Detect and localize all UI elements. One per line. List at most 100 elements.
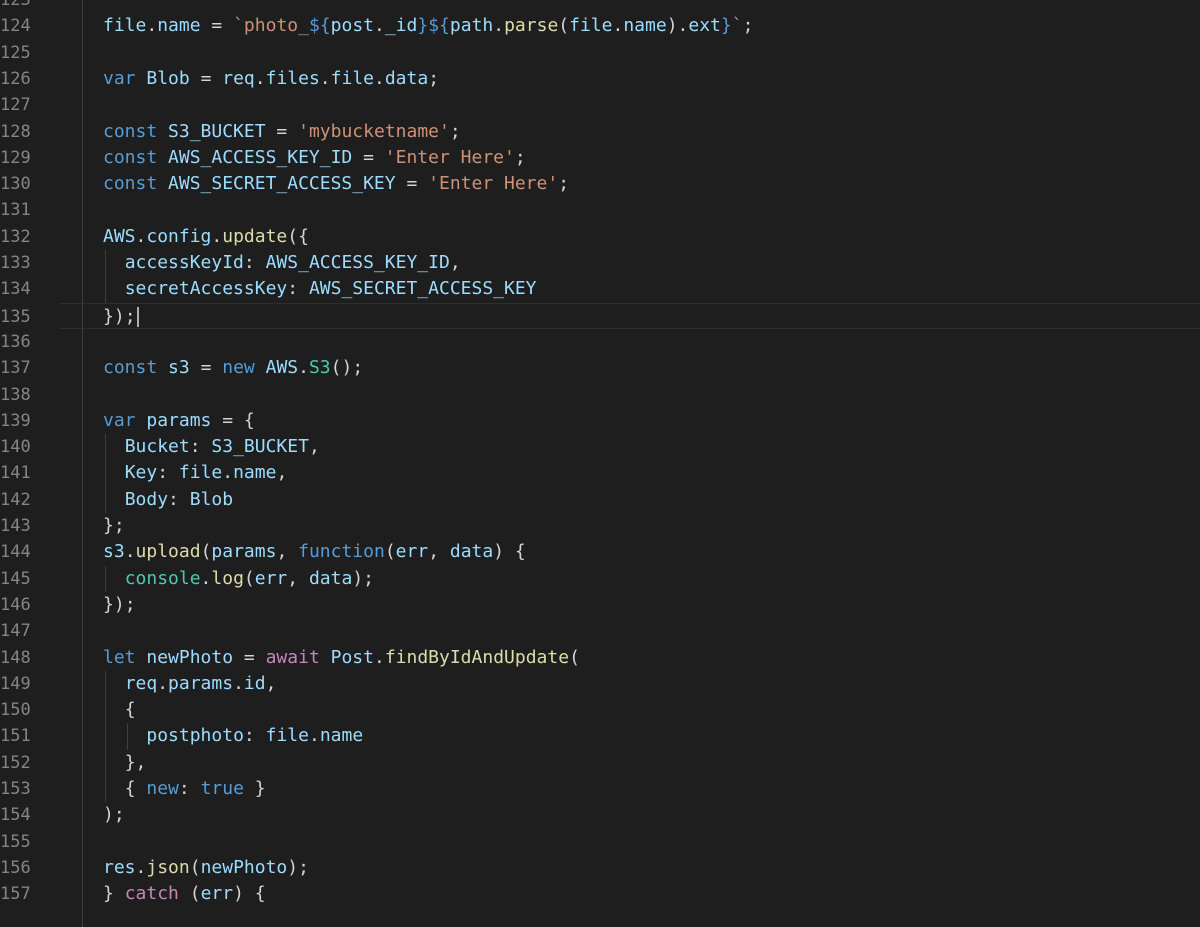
line-number: 137 [0, 358, 31, 379]
indent-guide [105, 670, 106, 698]
code-line[interactable]: 139 var params = { [0, 408, 1200, 434]
indent-guide [126, 723, 128, 750]
indent-guide [105, 434, 106, 461]
code-line[interactable]: 143}; [0, 513, 1200, 539]
code-text: }; [103, 515, 125, 536]
text-cursor [136, 306, 139, 327]
line-number: 140 [0, 437, 31, 458]
code-text: AWS.config.update({ [103, 225, 309, 247]
code-line[interactable]: 127 [0, 92, 1200, 118]
code-line[interactable]: 133 accessKeyId: AWS_ACCESS_KEY_ID, [0, 250, 1200, 277]
indent-guide [105, 749, 106, 776]
code-line[interactable]: 132 AWS.config.update({ [0, 224, 1200, 250]
indent-guide [105, 460, 106, 487]
code-line[interactable]: 142 Body: Blob [0, 486, 1200, 513]
line-number: 141 [0, 463, 31, 484]
code-line[interactable]: 151 postphoto: file.name [0, 723, 1200, 750]
code-editor[interactable]: 123 124 file.name = `photo_${post._id}${pa… [0, 0, 1200, 927]
code-text: ); [103, 804, 125, 826]
code-line[interactable]: 154); [0, 802, 1200, 828]
line-number: 147 [0, 621, 31, 642]
line-number: 156 [0, 857, 31, 878]
line-number: 151 [0, 726, 31, 747]
code-text: } catch (err) { [103, 883, 266, 905]
code-text: var params = { [103, 409, 255, 431]
line-number: 124 [0, 16, 31, 37]
code-line[interactable]: 150 { [0, 697, 1200, 724]
line-number: 143 [0, 516, 31, 536]
line-number: 126 [0, 68, 31, 89]
code-text: const s3 = new AWS.S3(); [103, 357, 364, 379]
code-line[interactable]: 147 [0, 618, 1200, 644]
code-text: }); [103, 593, 136, 615]
indent-guide [105, 486, 106, 513]
indent-guide [105, 723, 106, 750]
line-number: 135 [0, 306, 31, 327]
code-line[interactable]: 148 let newPhoto = await Post.findByIdAnd… [0, 645, 1200, 671]
line-number: 132 [0, 226, 31, 247]
indent-guide [105, 565, 106, 592]
line-number: 123 [0, 0, 31, 10]
line-number: 145 [0, 568, 31, 589]
line-number: 153 [0, 779, 31, 799]
code-line[interactable]: 144 s3.upload(params, function(err, data)… [0, 539, 1200, 565]
code-text: let newPhoto = await Post.findByIdAndUpd… [103, 646, 580, 668]
code-line[interactable]: 126 var Blob = req.files.file.data; [0, 66, 1200, 92]
code-line[interactable]: 124 file.name = `photo_${post._id}${path.… [0, 13, 1200, 39]
line-number: 146 [0, 594, 31, 615]
code-text: { [124, 699, 136, 721]
code-line[interactable]: 138 [0, 382, 1200, 408]
line-number: 134 [0, 279, 31, 300]
line-number: 128 [0, 121, 31, 142]
code-line[interactable]: 141 Key: file.name, [0, 460, 1200, 487]
code-line[interactable]: 153 { new: true } [0, 776, 1200, 803]
code-line[interactable]: 137 const s3 = new AWS.S3(); [0, 355, 1200, 381]
line-number: 129 [0, 147, 31, 168]
line-number: 139 [0, 410, 31, 431]
code-text: const AWS_ACCESS_KEY_ID = 'Enter Here'; [103, 146, 526, 168]
code-line[interactable]: 135}); [0, 302, 1200, 330]
code-line[interactable]: 155 [0, 829, 1200, 855]
code-text: console.log(err, data); [124, 567, 374, 589]
code-line[interactable]: 156 res.json(newPhoto); [0, 855, 1200, 881]
code-text: res.json(newPhoto); [103, 856, 309, 878]
line-number: 133 [0, 253, 31, 273]
code-line[interactable]: 157} catch (err) { [0, 881, 1200, 907]
code-line[interactable]: 131 [0, 197, 1200, 223]
code-line[interactable]: 130 const AWS_SECRET_ACCESS_KEY = 'Enter … [0, 171, 1200, 197]
code-text: }); [103, 304, 139, 330]
code-text: req.params.id, [124, 672, 277, 694]
line-number: 155 [0, 831, 31, 852]
code-line[interactable]: 125 [0, 40, 1200, 66]
line-number: 127 [0, 95, 31, 116]
code-text: }, [124, 751, 147, 773]
line-number: 148 [0, 647, 31, 668]
code-text: const AWS_SECRET_ACCESS_KEY = 'Enter Her… [103, 173, 570, 195]
code-text: { new: true } [124, 778, 266, 799]
line-number: 131 [0, 200, 31, 221]
indent-guide [105, 697, 106, 724]
code-line[interactable]: 123 [0, 0, 1200, 13]
code-line[interactable]: 129 const AWS_ACCESS_KEY_ID = 'Enter Here… [0, 145, 1200, 171]
code-text: secretAccessKey: AWS_SECRET_ACCESS_KEY [124, 278, 537, 300]
line-number: 142 [0, 489, 31, 510]
line-number: 144 [0, 542, 31, 563]
indent-guide [105, 276, 106, 303]
code-line[interactable]: 136 [0, 329, 1200, 355]
line-number: 138 [0, 384, 31, 405]
code-text: accessKeyId: AWS_ACCESS_KEY_ID, [124, 252, 461, 273]
code-line[interactable]: 134 secretAccessKey: AWS_SECRET_ACCESS_K… [0, 276, 1200, 303]
code-line[interactable]: 128 const S3_BUCKET = 'mybucketname'; [0, 119, 1200, 145]
code-line[interactable]: 146}); [0, 592, 1200, 618]
code-text: var Blob = req.files.file.data; [103, 67, 440, 89]
code-text: const S3_BUCKET = 'mybucketname'; [103, 120, 461, 142]
line-number: 136 [0, 331, 31, 352]
code-text: s3.upload(params, function(err, data) { [103, 541, 526, 563]
code-line[interactable]: 145 console.log(err, data); [0, 565, 1200, 592]
code-line[interactable]: 152 }, [0, 749, 1200, 776]
code-line[interactable]: 140 Bucket: S3_BUCKET, [0, 434, 1200, 461]
line-number: 154 [0, 805, 31, 826]
code-line[interactable]: 149 req.params.id, [0, 670, 1200, 698]
line-number: 152 [0, 752, 31, 773]
indent-guide [105, 776, 106, 803]
